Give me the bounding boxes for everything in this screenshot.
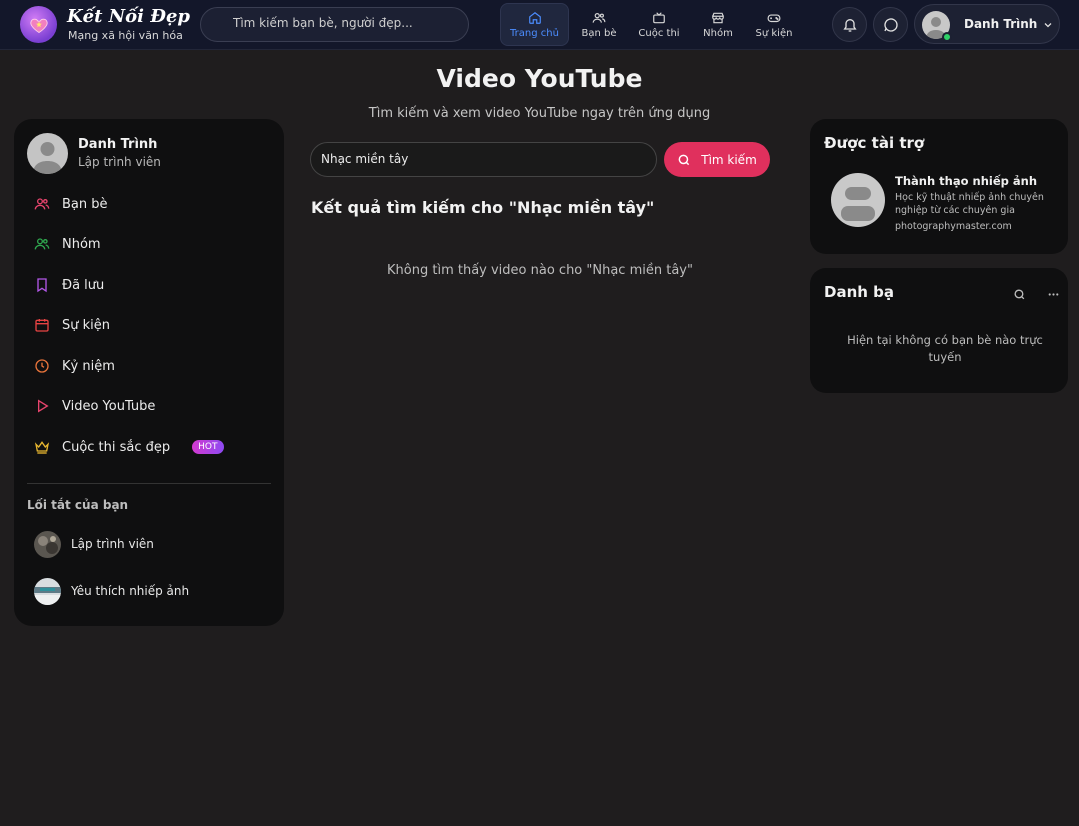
search-button-label: Tìm kiếm: [701, 152, 757, 167]
nav-tab-friends[interactable]: Bạn bè: [576, 3, 622, 46]
chevron-down-icon: [1044, 23, 1052, 28]
contacts-card: Danh bạ Hiện tại không có bạn bè nào trự…: [810, 268, 1068, 393]
calendar-icon: [35, 319, 49, 332]
sidebar-item-saved[interactable]: Đã lưu: [34, 273, 104, 297]
divider: [27, 483, 271, 484]
sidebar-item-groups[interactable]: Nhóm: [34, 232, 101, 256]
play-icon: [38, 399, 49, 413]
sidebar-item-label: Đã lưu: [62, 277, 105, 293]
ad-description: Học kỹ thuật nhiếp ảnh chuyên nghiệp từ …: [895, 192, 1044, 216]
shortcut-item-developers[interactable]: Lập trình viên: [34, 530, 154, 558]
contacts-empty-message: Hiện tại không có bạn bè nào trực tuyến: [847, 333, 1043, 364]
shortcut-label: Lập trình viên: [71, 537, 154, 551]
video-search-field[interactable]: [310, 142, 657, 177]
nav-label: Trang chủ: [510, 27, 559, 39]
clock-icon: [35, 359, 49, 373]
global-search[interactable]: [200, 7, 469, 42]
sidebar-item-label: Video YouTube: [62, 398, 156, 414]
profile-name[interactable]: Danh Trình: [78, 137, 157, 152]
bookmark-icon: [37, 278, 47, 293]
sidebar-item-label: Kỷ niệm: [62, 358, 115, 374]
logo-icon[interactable]: [20, 6, 57, 43]
search-icon: [1013, 288, 1024, 299]
ad-title[interactable]: Thành thạo nhiếp ảnh: [895, 174, 1037, 188]
shortcut-avatar: [34, 530, 61, 558]
nav-tab-contests[interactable]: Cuộc thi: [636, 3, 682, 46]
sidebar-item-label: Bạn bè: [62, 196, 108, 212]
sidebar-item-label: Nhóm: [62, 236, 101, 252]
gamepad-icon: [767, 14, 781, 22]
sidebar-item-label: Sự kiện: [62, 317, 111, 333]
user-menu[interactable]: Danh Trình: [914, 4, 1060, 44]
sponsored-card: Được tài trợ Thành thạo nhiếp ảnh Học kỹ…: [810, 119, 1068, 254]
sidebar-item-youtube[interactable]: Video YouTube: [34, 394, 155, 418]
profile-role: Lập trình viên: [78, 155, 161, 169]
page-title: Video YouTube: [436, 64, 643, 93]
crown-icon: [34, 441, 50, 454]
search-icon: [678, 154, 690, 165]
no-results-message: Không tìm thấy video nào cho "Nhạc miền …: [387, 263, 693, 278]
sidebar-item-friends[interactable]: Bạn bè: [34, 192, 108, 216]
online-status-dot: [942, 32, 952, 42]
sidebar-item-memories[interactable]: Kỷ niệm: [34, 354, 115, 378]
tv-icon: [653, 11, 665, 23]
users-icon: [592, 12, 606, 23]
messages-button[interactable]: [873, 7, 908, 42]
shortcut-label: Yêu thích nhiếp ảnh: [71, 584, 190, 598]
results-title: Kết quả tìm kiếm cho "Nhạc miền tây": [311, 198, 655, 217]
group-icon: [34, 238, 50, 250]
video-search-input[interactable]: [321, 152, 641, 166]
user-name: Danh Trình: [964, 17, 1038, 31]
chat-icon: [883, 17, 898, 32]
nav-tab-home[interactable]: Trang chủ: [500, 3, 569, 46]
left-sidebar: Danh Trình Lập trình viên Bạn bè Nhóm Đã…: [14, 119, 284, 626]
top-navigation-bar: Kết Nối Đẹp Mạng xã hội văn hóa Trang ch…: [0, 0, 1079, 50]
nav-tab-events[interactable]: Sự kiện: [752, 3, 796, 46]
bell-icon: [842, 18, 857, 32]
nav-label: Nhóm: [703, 27, 733, 39]
shortcut-avatar: [34, 577, 61, 605]
sidebar-item-label: Cuộc thi sắc đẹp: [62, 439, 171, 455]
global-search-input[interactable]: [233, 16, 458, 30]
sidebar-item-beauty-contest[interactable]: Cuộc thi sắc đẹp HOT: [34, 435, 224, 459]
search-button[interactable]: Tìm kiếm: [664, 142, 770, 177]
shortcut-item-photography[interactable]: Yêu thích nhiếp ảnh: [34, 577, 189, 605]
brand-subtitle: Mạng xã hội văn hóa: [68, 29, 183, 42]
sponsored-title: Được tài trợ: [824, 134, 925, 152]
more-horizontal-icon: [1048, 292, 1058, 296]
nav-label: Bạn bè: [581, 27, 617, 39]
nav-label: Cuộc thi: [638, 27, 680, 39]
profile-avatar[interactable]: [27, 133, 68, 174]
store-icon: [712, 12, 724, 23]
users-icon: [34, 198, 50, 210]
contacts-search-button[interactable]: [1011, 286, 1027, 302]
contacts-more-button[interactable]: [1045, 286, 1061, 302]
nav-tab-groups[interactable]: Nhóm: [697, 3, 739, 46]
brand-title[interactable]: Kết Nối Đẹp: [67, 6, 190, 27]
ad-url[interactable]: photographymaster.com: [895, 221, 1012, 232]
contacts-title: Danh bạ: [824, 283, 895, 301]
home-icon: [528, 11, 541, 24]
ad-image[interactable]: [831, 173, 885, 227]
shortcuts-title: Lối tắt của bạn: [27, 498, 129, 512]
hot-badge: HOT: [192, 440, 224, 454]
sidebar-item-events[interactable]: Sự kiện: [34, 313, 110, 337]
nav-label: Sự kiện: [755, 27, 793, 39]
notifications-button[interactable]: [832, 7, 867, 42]
